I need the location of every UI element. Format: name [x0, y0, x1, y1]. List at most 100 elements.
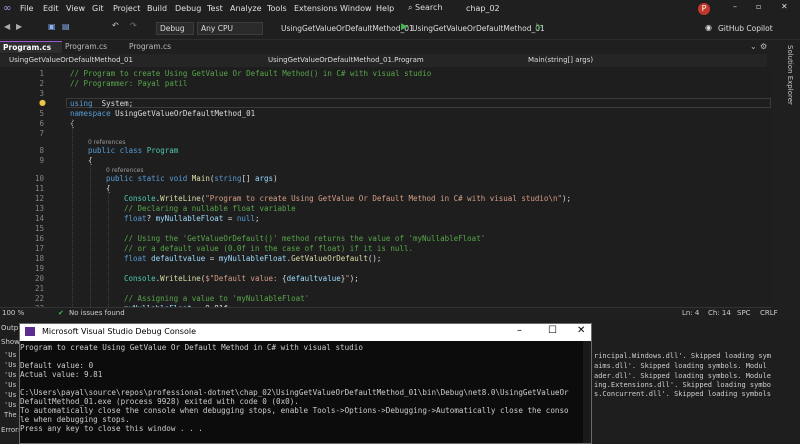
tab-overflow-icon[interactable]: ⌄: [750, 42, 757, 51]
menu-file[interactable]: File: [20, 4, 33, 13]
forward-icon[interactable]: ▶: [16, 22, 22, 31]
line-number: 12: [34, 194, 44, 203]
indent-guide: [72, 119, 74, 307]
menu-view[interactable]: View: [66, 4, 85, 13]
line-number: 22: [34, 294, 44, 303]
code-line: Console.WriteLine($"Default value: {defa…: [124, 274, 359, 283]
line-number: 3: [39, 89, 44, 98]
indent-guide: [90, 163, 92, 307]
console-line: Default value: 0: [20, 361, 94, 370]
issues-ok-icon: ✔: [58, 309, 64, 317]
code-line: public class Program: [88, 146, 179, 155]
zoom-level[interactable]: 100 %: [2, 309, 24, 317]
menu-window[interactable]: Window: [340, 4, 372, 13]
line-number: 6: [39, 119, 44, 128]
menu-tools[interactable]: Tools: [267, 4, 287, 13]
save-icon[interactable]: ▣: [48, 22, 56, 31]
output-fragment: 'Us: [4, 391, 17, 399]
tab-program-2[interactable]: Program.cs: [62, 41, 122, 53]
menu-extensions[interactable]: Extensions: [294, 4, 337, 13]
save-all-icon[interactable]: ▤: [62, 22, 70, 31]
lightbulb-icon[interactable]: ●: [39, 98, 46, 107]
menu-help[interactable]: Help: [376, 4, 394, 13]
run-button[interactable]: UsingGetValueOrDefaultMethod_01: [412, 24, 545, 33]
whitespace-mode[interactable]: SPC: [737, 309, 751, 317]
menu-test[interactable]: Test: [207, 4, 223, 13]
indent-guide: [108, 191, 110, 307]
menu-analyze[interactable]: Analyze: [230, 4, 262, 13]
line-number: 5: [39, 109, 44, 118]
console-title-bar[interactable]: Microsoft Visual Studio Debug Console – …: [20, 324, 591, 341]
code-line: // Programmer: Payal patil: [70, 79, 188, 88]
console-app-icon: [25, 327, 35, 336]
editor-status-bar: 100 % ✔ No issues found Ln: 4 Ch: 14 SPC…: [0, 307, 778, 319]
code-line: public static void Main(string[] args): [106, 174, 278, 183]
console-line: le when debugging stops.: [20, 415, 130, 424]
code-line: // or a default value (0.0f in the case …: [124, 244, 413, 253]
class-dropdown[interactable]: UsingGetValueOrDefaultMethod_01.Program: [268, 55, 424, 66]
startup-project-dropdown[interactable]: UsingGetValueOrDefaultMethod_01: [281, 24, 414, 33]
console-line: C:\Users\payal\source\repos\professional…: [20, 388, 569, 397]
code-line: // Assigning a value to 'myNullableFloat…: [124, 294, 310, 303]
search-label: Search: [415, 3, 443, 12]
code-line: // Program to create Using GetValue Or D…: [70, 69, 432, 78]
platform-dropdown[interactable]: Any CPU: [197, 22, 263, 35]
current-line-highlight: [66, 98, 771, 108]
line-number: 1: [39, 69, 44, 78]
search-button[interactable]: ⌕ Search: [408, 3, 446, 16]
output-show-label: Show: [1, 338, 20, 346]
console-maximize-icon[interactable]: ☐: [548, 325, 557, 336]
output-fragment: 'Us: [4, 401, 17, 409]
solution-explorer-tab[interactable]: Solution Explorer: [786, 45, 794, 105]
menu-edit[interactable]: Edit: [43, 4, 59, 13]
menu-project[interactable]: Project: [113, 4, 140, 13]
output-line: ader.dll'. Skipped loading symbols. Modu…: [594, 372, 772, 380]
solution-name: chap_02: [466, 4, 500, 13]
console-line: Actual value: 9.81: [20, 370, 103, 379]
tab-program-active[interactable]: Program.cs: [0, 41, 62, 53]
line-number: 11: [34, 184, 44, 193]
run-icon[interactable]: ▶: [401, 22, 408, 32]
output-line: s.Concurrent.dll'. Skipped loading symbo…: [594, 390, 772, 398]
back-icon[interactable]: ◀: [4, 22, 10, 31]
debug-console-window[interactable]: Microsoft Visual Studio Debug Console – …: [19, 323, 592, 444]
code-line: float? myNullableFloat = null;: [124, 214, 260, 223]
config-dropdown[interactable]: Debug: [156, 22, 194, 35]
member-dropdown[interactable]: Main(string[] args): [528, 55, 593, 66]
restore-icon[interactable]: ▫: [756, 2, 761, 11]
output-fragment: 'Us: [4, 361, 17, 369]
navigation-bar: UsingGetValueOrDefaultMethod_01 UsingGet…: [0, 54, 767, 68]
menu-debug[interactable]: Debug: [175, 4, 201, 13]
codelens-refs[interactable]: 0 references: [106, 167, 144, 174]
search-icon: ⌕: [408, 3, 413, 12]
issues-status[interactable]: No issues found: [69, 309, 125, 317]
console-close-icon[interactable]: ✕: [577, 325, 585, 336]
line-number: 13: [34, 204, 44, 213]
console-title: Microsoft Visual Studio Debug Console: [42, 327, 197, 336]
project-dropdown[interactable]: UsingGetValueOrDefaultMethod_01: [9, 55, 133, 66]
menu-bar: ∞ File Edit View Git Project Build Debug…: [0, 0, 800, 19]
console-minimize-icon[interactable]: –: [517, 325, 522, 336]
tab-program-3[interactable]: Program.cs: [126, 41, 186, 53]
output-tab-label[interactable]: Outp: [1, 324, 18, 332]
menu-git[interactable]: Git: [92, 4, 104, 13]
code-editor[interactable]: 1 2 3 4 5 6 7 8 9 10 11 12 13 14 15 16 1…: [0, 67, 771, 307]
menu-build[interactable]: Build: [147, 4, 167, 13]
copilot-button[interactable]: GitHub Copilot: [718, 24, 773, 33]
codelens-refs[interactable]: 0 references: [88, 139, 126, 146]
run-without-debug-icon[interactable]: ▷: [536, 22, 543, 32]
line-ending[interactable]: CRLF: [760, 309, 778, 317]
output-line: ing.Extensions.dll'. Skipped loading sym…: [594, 381, 772, 389]
close-icon[interactable]: ✕: [781, 2, 788, 11]
code-line: float defaultvalue = myNullableFloat.Get…: [124, 254, 382, 263]
minimize-icon[interactable]: –: [733, 2, 737, 11]
code-line: Console.WriteLine("Program to create Usi…: [124, 194, 572, 203]
console-line: Press any key to close this window . . .: [20, 424, 203, 433]
output-fragment: 'Us: [4, 381, 17, 389]
profile-avatar[interactable]: P: [698, 3, 710, 15]
undo-icon[interactable]: ↶: [112, 21, 119, 30]
output-line: aims.dll'. Skipped loading symbols. Modu…: [594, 362, 767, 370]
output-fragment: The: [4, 411, 17, 419]
console-scrollbar[interactable]: [583, 341, 591, 443]
redo-icon[interactable]: ↷: [130, 21, 137, 30]
